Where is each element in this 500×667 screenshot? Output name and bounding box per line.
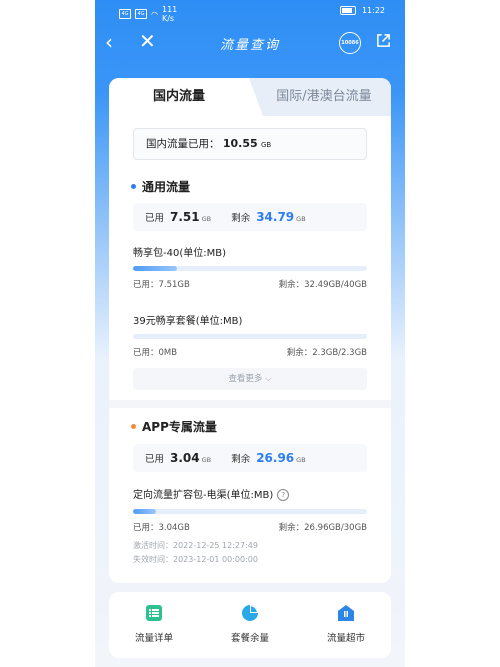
summary-value: 10.55	[222, 137, 258, 150]
section-title-app: APP专属流量	[131, 418, 217, 435]
nav-item-traffic-detail[interactable]: 流量详单	[109, 604, 199, 644]
help-icon[interactable]: ?	[277, 489, 290, 501]
usage-progress-bar	[133, 266, 367, 271]
tab-domestic[interactable]: 国内流量	[109, 78, 263, 116]
share-icon[interactable]	[376, 33, 391, 48]
package-usage-row: 已用：0MB 剩余：2.3GB/2.3GB	[133, 348, 367, 358]
expire-time: 失效时间：2023-12-01 00:00:00	[133, 555, 258, 564]
usage-progress-bar	[133, 509, 367, 514]
domestic-summary: 国内流量已用： 10.55 GB	[133, 128, 367, 160]
traffic-card: 国际/港澳台流量 国内流量 国内流量已用： 10.55 GB 通用流量 已用 7.…	[109, 78, 391, 583]
chevron-down-icon: ⌵	[265, 374, 272, 384]
signal-icon: 4G	[119, 9, 131, 19]
progress-fill	[133, 266, 178, 271]
general-usage: 已用 7.51 GB 剩余 34.79 GB	[133, 203, 367, 231]
battery-icon	[339, 6, 356, 15]
section-title-general: 通用流量	[131, 178, 190, 195]
signal-icon: 4G	[135, 9, 147, 19]
wifi-icon: ◠	[151, 9, 158, 19]
view-more-button[interactable]: 查看更多 ⌵	[133, 368, 367, 390]
bottom-nav: 流量详单 套餐余量 流量超市	[109, 592, 391, 658]
status-bar: 4G 4G ◠ 111 K/s 11:22	[95, 0, 405, 23]
list-icon	[146, 605, 162, 621]
tab-bar: 国际/港澳台流量 国内流量	[109, 78, 391, 116]
activate-time: 激活时间：2022-12-25 12:27:49	[133, 541, 258, 550]
nav-item-traffic-market[interactable]: 流量超市	[301, 604, 391, 644]
progress-fill	[133, 509, 157, 514]
package-usage-row: 已用：3.04GB 剩余：26.96GB/30GB	[133, 523, 367, 533]
bullet-dot	[131, 424, 136, 429]
bullet-dot	[131, 184, 136, 189]
nav-item-plan-balance[interactable]: 套餐余量	[205, 604, 295, 644]
hotline-icon[interactable]: 10086	[339, 32, 361, 54]
usage-progress-bar	[133, 334, 367, 339]
app-usage: 已用 3.04 GB 剩余 26.96 GB	[133, 444, 367, 472]
package-name: 定向流量扩容包-电渠(单位:MB)?	[133, 486, 290, 501]
package-name: 畅享包-40(单位:MB)	[133, 248, 226, 259]
tab-international[interactable]: 国际/港澳台流量	[249, 78, 391, 116]
pie-chart-icon	[242, 605, 258, 621]
store-icon	[338, 605, 354, 621]
network-speed: 111 K/s	[161, 5, 178, 23]
divider	[109, 400, 391, 408]
package-name: 39元畅享套餐(单位:MB)	[133, 316, 243, 327]
status-time: 11:22	[361, 6, 385, 15]
nav-bar: ‹ ✕ 流量查询 10086	[95, 28, 405, 58]
phone-screen: 4G 4G ◠ 111 K/s 11:22 ‹ ✕ 流量查询 10086 国际/港…	[95, 0, 405, 667]
package-usage-row: 已用：7.51GB 剩余：32.49GB/40GB	[133, 280, 367, 290]
